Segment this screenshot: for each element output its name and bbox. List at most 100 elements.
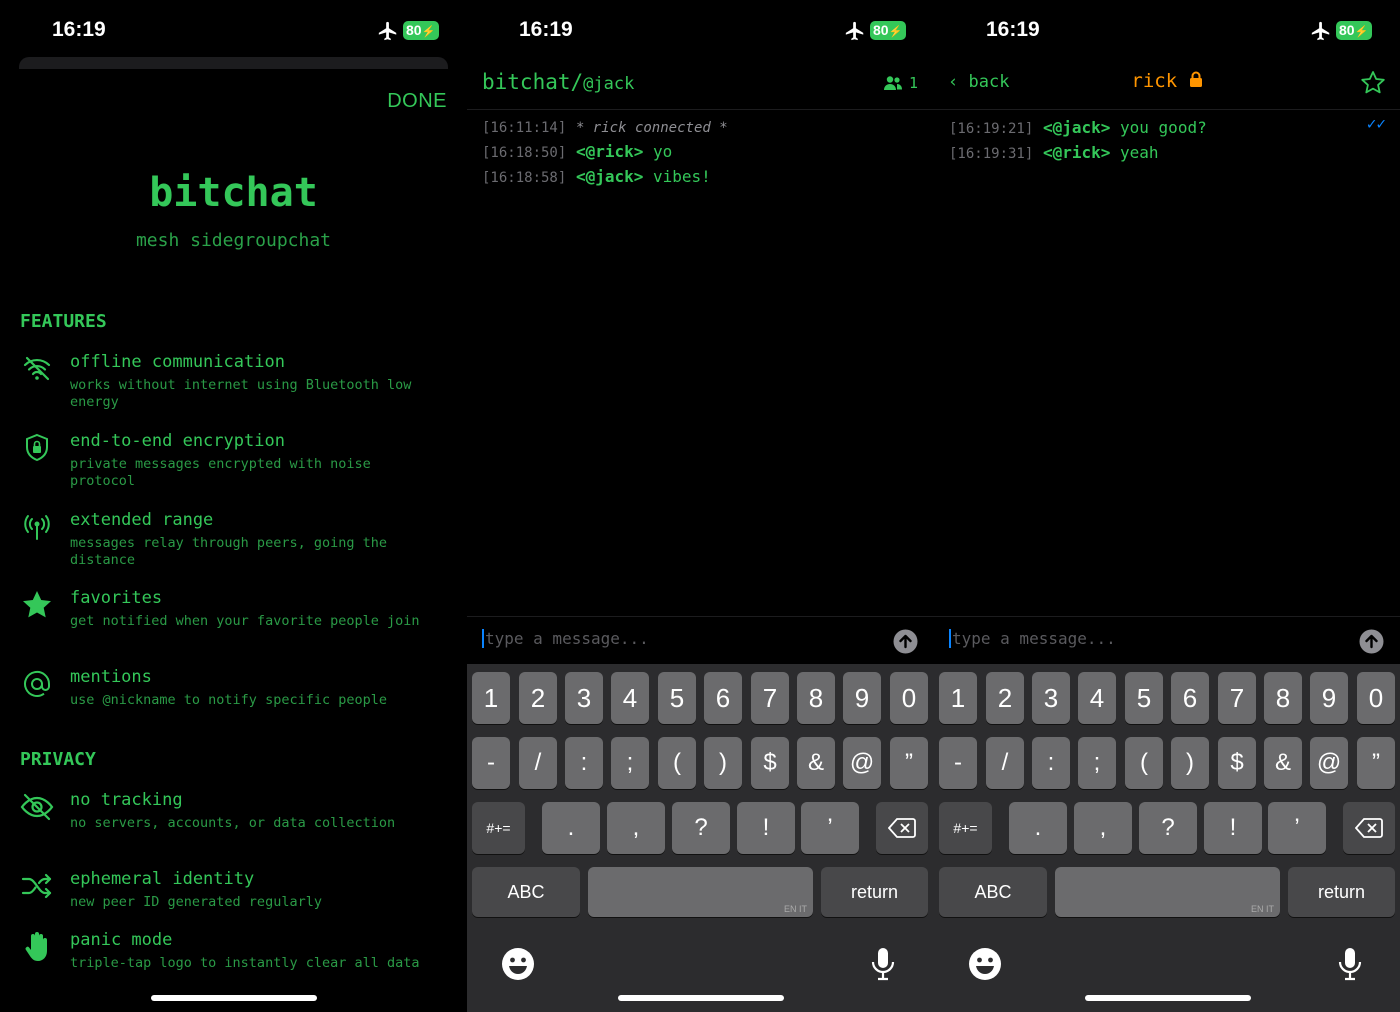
key-8[interactable]: 8 <box>1264 672 1302 724</box>
about-screen: 16:19 80⚡ DONE bitchat mesh sidegroupcha… <box>0 0 467 1012</box>
key-colon[interactable]: : <box>1032 737 1070 789</box>
key-abc[interactable]: ABC <box>472 867 580 917</box>
key-5[interactable]: 5 <box>658 672 696 724</box>
key-2[interactable]: 2 <box>986 672 1024 724</box>
key-4[interactable]: 4 <box>611 672 649 724</box>
key-4[interactable]: 4 <box>1078 672 1116 724</box>
key-6[interactable]: 6 <box>704 672 742 724</box>
key-5[interactable]: 5 <box>1125 672 1163 724</box>
feature-title: mentions <box>70 667 152 687</box>
battery-indicator: 80⚡ <box>870 21 906 40</box>
key-quote[interactable]: ” <box>890 737 928 789</box>
system-text: * rick connected * <box>575 120 728 136</box>
key-comma[interactable]: , <box>607 802 665 854</box>
key-comma[interactable]: , <box>1074 802 1132 854</box>
message-sender[interactable]: <@rick> <box>1043 143 1110 162</box>
key-at[interactable]: @ <box>843 737 881 789</box>
key-period[interactable]: . <box>1009 802 1067 854</box>
emoji-icon[interactable] <box>500 946 536 982</box>
key-more-symbols[interactable]: #+= <box>472 802 525 854</box>
privacy-heading: PRIVACY <box>20 749 96 770</box>
key-3[interactable]: 3 <box>1032 672 1070 724</box>
chat-header: bitchat/@jack 1 <box>467 62 934 110</box>
feature-title: end-to-end encryption <box>70 431 285 451</box>
key-close-paren[interactable]: ) <box>704 737 742 789</box>
feature-description: works without internet using Bluetooth l… <box>70 377 412 410</box>
message-input[interactable]: type a message... <box>949 629 1116 648</box>
key-space[interactable]: EN IT <box>1055 867 1280 917</box>
key-exclamation[interactable]: ! <box>737 802 795 854</box>
key-apostrophe[interactable]: ’ <box>1268 802 1326 854</box>
key-backspace[interactable] <box>1343 802 1395 854</box>
key-quote[interactable]: ” <box>1357 737 1395 789</box>
message-sender[interactable]: <@rick> <box>576 142 643 161</box>
feature-title: panic mode <box>70 930 173 950</box>
favorite-star-icon[interactable] <box>1360 70 1386 96</box>
key-1[interactable]: 1 <box>939 672 977 724</box>
send-button[interactable] <box>1359 629 1384 654</box>
microphone-icon[interactable] <box>865 946 901 982</box>
done-button[interactable]: DONE <box>387 90 447 113</box>
feature-title: offline communication <box>70 352 285 372</box>
peer-count-button[interactable]: 1 <box>883 74 918 92</box>
space-language-label: EN IT <box>783 904 807 914</box>
key-7[interactable]: 7 <box>751 672 789 724</box>
key-backspace[interactable] <box>876 802 928 854</box>
message-sender[interactable]: <@jack> <box>576 167 643 186</box>
backspace-icon <box>1354 818 1383 838</box>
home-indicator[interactable] <box>1085 995 1251 1001</box>
peer-count: 1 <box>908 74 918 92</box>
key-9[interactable]: 9 <box>1310 672 1348 724</box>
key-period[interactable]: . <box>542 802 600 854</box>
key-abc[interactable]: ABC <box>939 867 1047 917</box>
sheet-top-edge <box>19 57 448 69</box>
feature-title: no tracking <box>70 790 183 810</box>
key-return[interactable]: return <box>1288 867 1395 917</box>
key-2[interactable]: 2 <box>519 672 557 724</box>
home-indicator[interactable] <box>618 995 784 1001</box>
key-dollar[interactable]: $ <box>751 737 789 789</box>
key-7[interactable]: 7 <box>1218 672 1256 724</box>
key-0[interactable]: 0 <box>890 672 928 724</box>
key-return[interactable]: return <box>821 867 928 917</box>
key-slash[interactable]: / <box>519 737 557 789</box>
feature-description: new peer ID generated regularly <box>70 894 322 910</box>
key-question[interactable]: ? <box>672 802 730 854</box>
key-dollar[interactable]: $ <box>1218 737 1256 789</box>
message-sender[interactable]: <@jack> <box>1043 118 1110 137</box>
feature-description: messages relay through peers, going the … <box>70 535 387 568</box>
key-open-paren[interactable]: ( <box>1125 737 1163 789</box>
features-heading: FEATURES <box>20 311 107 332</box>
key-close-paren[interactable]: ) <box>1171 737 1209 789</box>
home-indicator[interactable] <box>151 995 317 1001</box>
key-1[interactable]: 1 <box>472 672 510 724</box>
key-8[interactable]: 8 <box>797 672 835 724</box>
key-ampersand[interactable]: & <box>797 737 835 789</box>
key-at[interactable]: @ <box>1310 737 1348 789</box>
key-dash[interactable]: - <box>472 737 510 789</box>
key-ampersand[interactable]: & <box>1264 737 1302 789</box>
backspace-icon <box>887 818 916 838</box>
timestamp: [16:19:31] <box>949 146 1034 162</box>
key-9[interactable]: 9 <box>843 672 881 724</box>
key-6[interactable]: 6 <box>1171 672 1209 724</box>
channel-title[interactable]: bitchat/@jack <box>482 70 634 94</box>
microphone-icon[interactable] <box>1332 946 1368 982</box>
key-space[interactable]: EN IT <box>588 867 813 917</box>
key-exclamation[interactable]: ! <box>1204 802 1262 854</box>
key-3[interactable]: 3 <box>565 672 603 724</box>
key-slash[interactable]: / <box>986 737 1024 789</box>
nickname[interactable]: @jack <box>583 74 634 94</box>
key-colon[interactable]: : <box>565 737 603 789</box>
key-apostrophe[interactable]: ’ <box>801 802 859 854</box>
key-question[interactable]: ? <box>1139 802 1197 854</box>
emoji-icon[interactable] <box>967 946 1003 982</box>
key-semicolon[interactable]: ; <box>611 737 649 789</box>
key-dash[interactable]: - <box>939 737 977 789</box>
message-input[interactable]: type a message... <box>482 629 649 648</box>
key-more-symbols[interactable]: #+= <box>939 802 992 854</box>
key-semicolon[interactable]: ; <box>1078 737 1116 789</box>
key-0[interactable]: 0 <box>1357 672 1395 724</box>
key-open-paren[interactable]: ( <box>658 737 696 789</box>
send-button[interactable] <box>893 629 918 654</box>
